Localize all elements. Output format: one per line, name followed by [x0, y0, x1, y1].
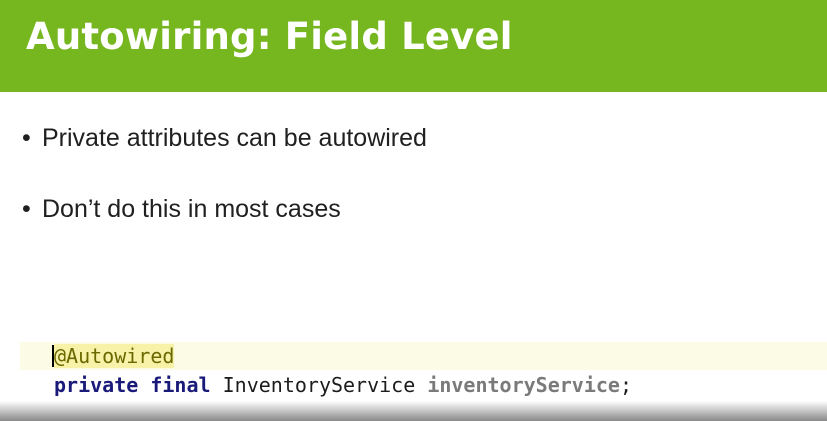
statement-terminator: ; [619, 373, 633, 397]
code-line-declaration[interactable]: private final InventoryService inventory… [20, 371, 632, 399]
bullet-marker: • [22, 195, 31, 223]
code-snippet: @Autowired private final InventoryServic… [20, 340, 827, 402]
bullet-item: • Private attributes can be autowired [22, 123, 427, 153]
code-line-annotation[interactable]: @Autowired [20, 342, 827, 370]
type-name: InventoryService [222, 373, 416, 397]
bullet-text: Don’t do this in most cases [42, 195, 341, 223]
keyword-private: private [54, 373, 139, 397]
slide: Autowiring: Field Level • Private attribu… [0, 0, 827, 421]
field-name: inventoryService [427, 373, 620, 397]
keyword-final: final [150, 373, 211, 397]
bullet-text: Private attributes can be autowired [42, 124, 427, 152]
bullet-marker: • [22, 124, 31, 152]
bullet-item: • Don’t do this in most cases [22, 194, 341, 224]
bullet-list: • Private attributes can be autowired • Do… [0, 0, 827, 260]
bottom-shadow [0, 401, 827, 421]
annotation-token: @Autowired [54, 344, 175, 368]
